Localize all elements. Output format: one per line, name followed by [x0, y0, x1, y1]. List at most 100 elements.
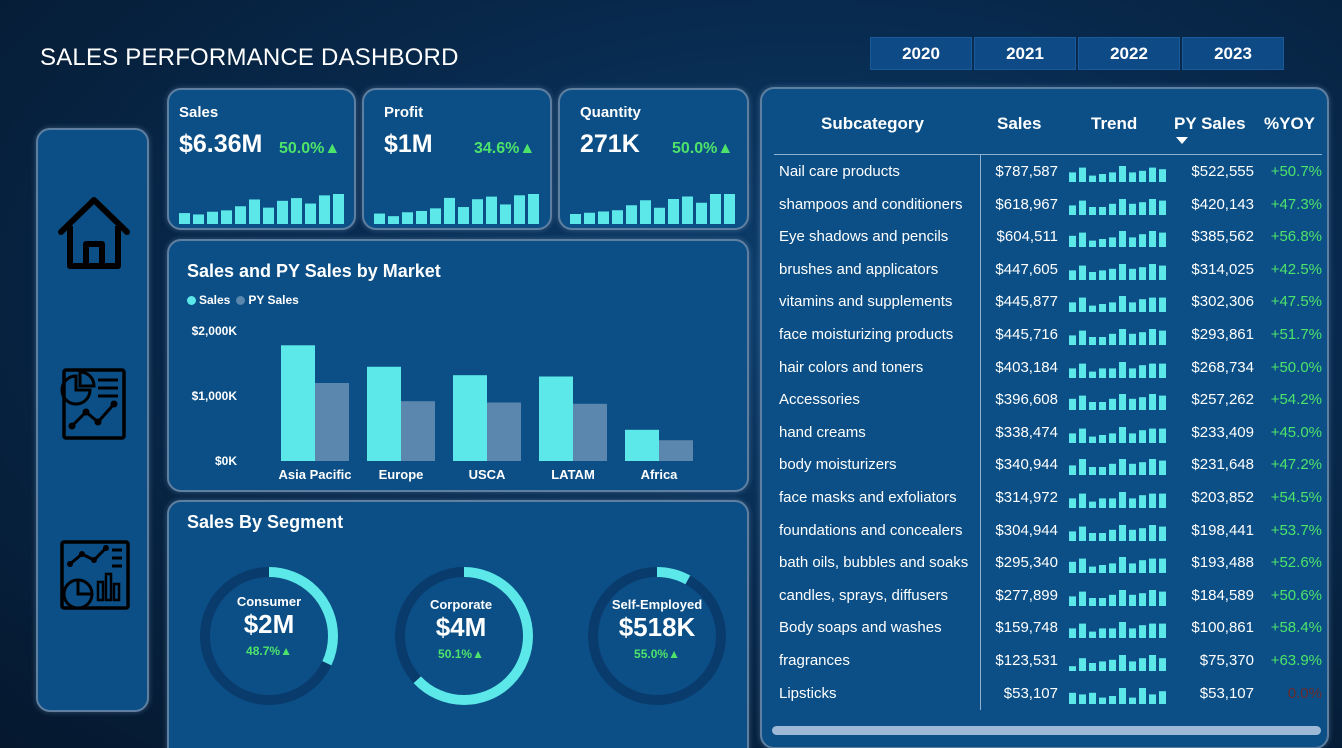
cell-subcategory: brushes and applicators	[779, 260, 939, 278]
kpi-spark-bar	[179, 213, 190, 224]
table-row[interactable]: Nail care products $787,587 $522,555 +50.7%	[774, 156, 1322, 188]
trend-bar	[1129, 464, 1136, 476]
year-button-2020[interactable]: 2020	[870, 37, 972, 70]
cell-sales: $277,899	[995, 586, 1058, 604]
year-button-2022[interactable]: 2022	[1078, 37, 1180, 70]
trend-bar	[1159, 232, 1166, 248]
kpi-spark-bar	[710, 194, 721, 224]
table-row[interactable]: brushes and applicators $447,605 $314,025 +…	[774, 254, 1322, 286]
bar-sales[interactable]	[281, 345, 315, 461]
trend-bar	[1119, 459, 1126, 476]
trend-sparkline	[1069, 492, 1166, 508]
trend-bar	[1109, 498, 1116, 508]
trend-bar	[1149, 589, 1156, 606]
table-row[interactable]: fragrances $123,531 $75,370 +63.9%	[774, 645, 1322, 677]
trend-bar	[1139, 527, 1146, 541]
trend-bar	[1099, 367, 1106, 378]
cell-sales: $787,587	[995, 163, 1058, 180]
cell-py-sales: $268,734	[1191, 358, 1254, 376]
trend-bar	[1089, 692, 1096, 704]
table-row[interactable]: face masks and exfoliators $314,972 $203,8…	[774, 482, 1322, 514]
trend-bar	[1109, 203, 1116, 215]
kpi-card-sales: Sales $6.36M 50.0%▲	[167, 88, 356, 230]
header-py-sales[interactable]: PY Sales	[1174, 114, 1246, 134]
table-row[interactable]: Lipsticks $53,107 $53,107 0.0%	[774, 678, 1322, 710]
bar-sales[interactable]	[453, 375, 487, 461]
segment-consumer[interactable]: Consumer $2M 48.7%▲	[199, 594, 339, 658]
cell-sales: $304,944	[995, 521, 1058, 539]
trend-bar	[1159, 330, 1166, 345]
bar-py-sales[interactable]	[659, 440, 693, 461]
table-row[interactable]: face moisturizing products $445,716 $293,8…	[774, 319, 1322, 351]
trend-bar	[1159, 690, 1166, 704]
trend-bar	[1079, 330, 1086, 345]
trend-bar	[1129, 302, 1136, 313]
segment-change: 48.7%▲	[246, 644, 292, 658]
cell-sales: $314,972	[995, 489, 1058, 506]
home-icon[interactable]	[56, 192, 132, 272]
trend-bar	[1159, 493, 1166, 508]
legend-item-sales[interactable]: Sales	[187, 293, 230, 307]
sort-desc-icon[interactable]	[1176, 137, 1188, 144]
segment-corporate[interactable]: Corporate $4M 50.1%▲	[391, 597, 531, 661]
cell-yoy: +50.7%	[1270, 163, 1322, 180]
kpi-spark-bar	[235, 206, 246, 224]
segment-self-employed[interactable]: Self-Employed $518K 55.0%▲	[587, 597, 727, 661]
table-row[interactable]: body moisturizers $340,944 $231,648 +47.2%	[774, 449, 1322, 481]
trend-bar	[1129, 498, 1136, 508]
trend-bar	[1079, 428, 1086, 443]
bar-sales[interactable]	[625, 429, 659, 461]
trend-bar	[1089, 206, 1096, 215]
bar-py-sales[interactable]	[487, 402, 521, 462]
table-row[interactable]: hand creams $338,474 $233,409 +45.0%	[774, 417, 1322, 449]
trend-bar	[1109, 172, 1116, 182]
legend-item-py-sales[interactable]: PY Sales	[236, 293, 299, 307]
cell-sales: $604,511	[996, 228, 1058, 246]
table-row[interactable]: bath oils, bubbles and soaks $295,340 $193…	[774, 547, 1322, 579]
trend-bar	[1149, 693, 1156, 704]
trend-bar	[1079, 167, 1086, 182]
trend-bar	[1119, 557, 1126, 574]
report-icon[interactable]	[56, 364, 132, 444]
segment-title: Sales By Segment	[187, 512, 344, 532]
trend-bar	[1119, 198, 1126, 215]
kpi-change: 50.0%▲	[279, 140, 341, 157]
bar-py-sales[interactable]	[315, 383, 349, 461]
bar-py-sales[interactable]	[401, 401, 435, 461]
kpi-spark-bar	[319, 195, 330, 224]
trend-bar	[1109, 367, 1116, 378]
horizontal-scrollbar[interactable]	[772, 726, 1321, 735]
bar-sales[interactable]	[539, 376, 573, 462]
trend-bar	[1099, 434, 1106, 443]
segment-panel: Sales By Segment Consumer $2M 48.7%▲ Cor…	[167, 500, 749, 748]
trend-bar	[1129, 529, 1136, 541]
year-button-2023[interactable]: 2023	[1182, 37, 1284, 70]
cell-py-sales: $522,555	[1191, 163, 1254, 180]
analytics-icon[interactable]	[56, 538, 132, 618]
header-sales[interactable]: Sales	[997, 114, 1041, 134]
cell-subcategory: face masks and exfoliators	[779, 489, 957, 506]
table-row[interactable]: vitamins and supplements $445,877 $302,306…	[774, 286, 1322, 318]
kpi-spark-bar	[416, 210, 427, 224]
table-row[interactable]: Accessories $396,608 $257,262 +54.2%	[774, 384, 1322, 416]
header-subcategory[interactable]: Subcategory	[821, 114, 924, 134]
header-trend[interactable]: Trend	[1091, 114, 1137, 134]
x-tick-label: LATAM	[551, 467, 595, 482]
bar-sales[interactable]	[367, 366, 401, 461]
cell-sales: $159,748	[995, 619, 1058, 637]
header-yoy[interactable]: %YOY	[1264, 114, 1315, 134]
cell-subcategory: bath oils, bubbles and soaks	[779, 554, 969, 572]
table-row[interactable]: foundations and concealers $304,944 $198,4…	[774, 515, 1322, 547]
table-row[interactable]: candles, sprays, diffusers $277,899 $184,5…	[774, 580, 1322, 612]
bar-py-sales[interactable]	[573, 403, 607, 461]
table-row[interactable]: Eye shadows and pencils $604,511 $385,562 +…	[774, 221, 1322, 253]
table-row[interactable]: shampoos and conditioners $618,967 $420,14…	[774, 189, 1322, 221]
table-row[interactable]: hair colors and toners $403,184 $268,734 +5…	[774, 352, 1322, 384]
trend-bar	[1149, 231, 1156, 248]
kpi-spark-bar	[584, 212, 595, 224]
kpi-spark-bar	[444, 197, 455, 224]
trend-bar	[1089, 337, 1096, 345]
year-button-2021[interactable]: 2021	[974, 37, 1076, 70]
trend-bar	[1119, 492, 1126, 508]
table-row[interactable]: Body soaps and washes $159,748 $100,861 +58…	[774, 612, 1322, 644]
